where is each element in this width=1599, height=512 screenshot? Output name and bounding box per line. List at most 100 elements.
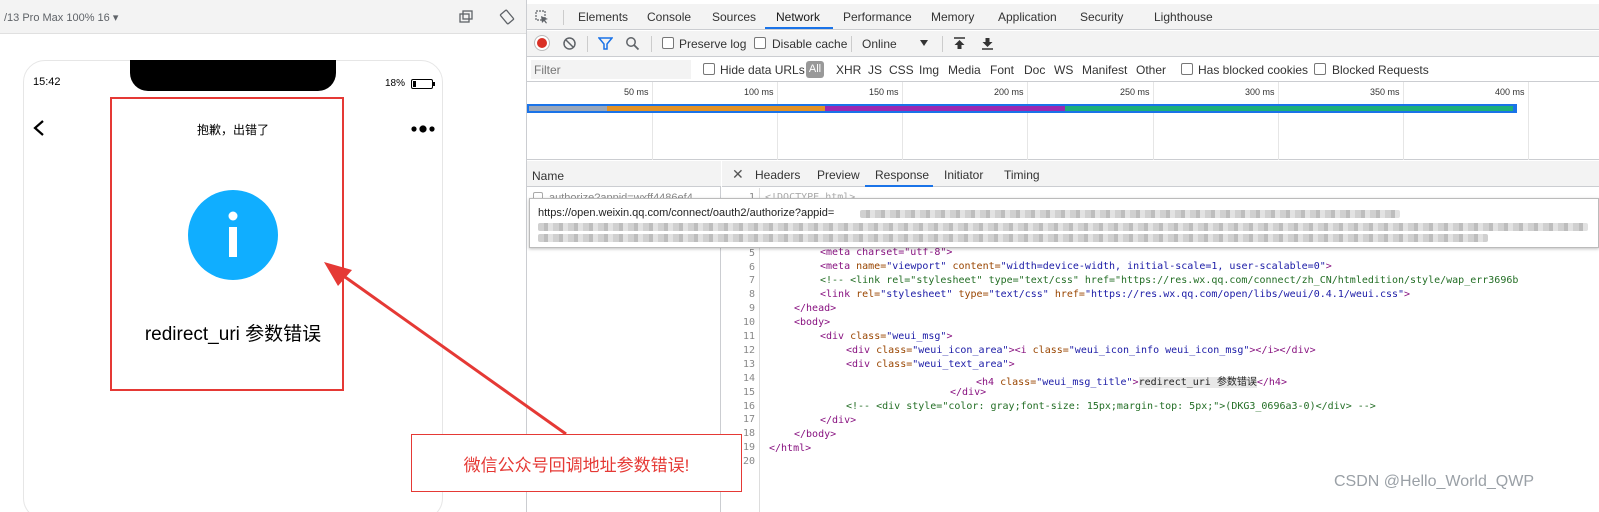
detail-tab-timing[interactable]: Timing bbox=[1004, 168, 1040, 182]
filter-font[interactable]: Font bbox=[990, 63, 1014, 77]
code-token: "weui_msg_title" bbox=[1036, 377, 1133, 388]
preserve-log-checkbox[interactable] bbox=[662, 37, 674, 49]
code-token: <link bbox=[820, 289, 857, 300]
line-number: 16 bbox=[742, 400, 755, 412]
code-token: class= bbox=[876, 345, 913, 356]
timeline-gridline bbox=[1528, 82, 1529, 160]
detail-tab-initiator[interactable]: Initiator bbox=[944, 168, 983, 182]
has-blocked-cookies-checkbox[interactable] bbox=[1181, 63, 1193, 75]
detail-tab-response[interactable]: Response bbox=[875, 168, 929, 182]
code-token: rel= bbox=[856, 289, 881, 300]
name-column-header[interactable]: Name bbox=[527, 161, 721, 187]
more-options-icon[interactable] bbox=[410, 125, 436, 133]
code-line-15: </div> bbox=[950, 387, 987, 398]
code-token: class= bbox=[876, 359, 913, 370]
tab-network[interactable]: Network bbox=[776, 10, 820, 24]
network-timeline-overview[interactable]: 50 ms 100 ms 150 ms 200 ms 250 ms 300 ms… bbox=[527, 82, 1599, 160]
line-number: 10 bbox=[742, 317, 755, 329]
detail-tab-preview[interactable]: Preview bbox=[817, 168, 860, 182]
detail-tab-bar: ✕ Headers Preview Response Initiator Tim… bbox=[722, 161, 1599, 187]
devtools-tab-bar: Elements Console Sources Network Perform… bbox=[527, 4, 1599, 30]
record-button[interactable] bbox=[534, 35, 550, 51]
rotate-icon[interactable] bbox=[499, 9, 515, 25]
code-line-8: <link rel="stylesheet" type="text/css" h… bbox=[820, 289, 1410, 300]
active-tab-indicator bbox=[765, 27, 833, 29]
timeline-tick-label: 100 ms bbox=[744, 87, 774, 97]
redacted-text bbox=[538, 223, 1588, 231]
import-har-icon[interactable] bbox=[952, 36, 967, 51]
close-detail-icon[interactable]: ✕ bbox=[732, 166, 744, 183]
timeline-gridline bbox=[652, 82, 653, 160]
capture-screenshot-icon[interactable] bbox=[458, 9, 474, 25]
code-token: </h4> bbox=[1256, 377, 1287, 388]
tab-separator bbox=[563, 10, 564, 25]
timeline-bar-queueing bbox=[529, 106, 607, 111]
filter-ws[interactable]: WS bbox=[1054, 63, 1073, 77]
code-token: > bbox=[1325, 261, 1332, 272]
tab-security[interactable]: Security bbox=[1080, 10, 1123, 24]
code-token: class= bbox=[1000, 377, 1037, 388]
inspect-element-icon[interactable] bbox=[535, 10, 549, 24]
screenshot-root: /13 Pro Max 100% 16 ▾ 15:42 18% 抱歉，出错了 r… bbox=[0, 0, 1599, 512]
filter-doc[interactable]: Doc bbox=[1024, 63, 1045, 77]
code-token: <meta bbox=[820, 261, 857, 272]
code-token: "weui_icon_info weui_icon_msg" bbox=[1068, 345, 1250, 356]
annotation-note-text: 微信公众号回调地址参数错误! bbox=[463, 455, 690, 475]
code-line-7: <!-- <link rel="stylesheet" type="text/c… bbox=[820, 275, 1519, 286]
throttling-select[interactable]: Online bbox=[862, 37, 897, 51]
code-token: ><i bbox=[1008, 345, 1033, 356]
line-number: 9 bbox=[748, 303, 755, 315]
filter-icon[interactable] bbox=[598, 36, 613, 51]
tab-performance[interactable]: Performance bbox=[843, 10, 912, 24]
filter-js[interactable]: JS bbox=[868, 63, 882, 77]
annotation-note: 微信公众号回调地址参数错误! bbox=[411, 434, 742, 492]
url-tooltip: https://open.weixin.qq.com/connect/oauth… bbox=[529, 198, 1599, 248]
hide-data-urls-checkbox[interactable] bbox=[703, 63, 715, 75]
code-line-6: <meta name="viewport" content="width=dev… bbox=[820, 261, 1332, 272]
filter-bar: Hide data URLs All XHR JS CSS Img Media … bbox=[527, 57, 1599, 82]
filter-img[interactable]: Img bbox=[919, 63, 939, 77]
redacted-text bbox=[538, 234, 1488, 242]
tab-elements[interactable]: Elements bbox=[578, 10, 628, 24]
timeline-tick-label: 400 ms bbox=[1495, 87, 1525, 97]
filter-input[interactable] bbox=[531, 60, 691, 79]
filter-xhr[interactable]: XHR bbox=[836, 63, 861, 77]
blocked-requests-label: Blocked Requests bbox=[1332, 63, 1429, 77]
filter-manifest[interactable]: Manifest bbox=[1082, 63, 1127, 77]
clear-icon[interactable] bbox=[562, 36, 577, 51]
timeline-bar-scripting bbox=[825, 106, 1065, 111]
preserve-log-label: Preserve log bbox=[679, 37, 747, 51]
timeline-bar-download bbox=[1065, 106, 1513, 111]
filter-all-button[interactable]: All bbox=[806, 61, 824, 78]
code-token: "weui_msg" bbox=[886, 331, 947, 342]
detail-tab-headers[interactable]: Headers bbox=[755, 168, 800, 182]
tab-lighthouse[interactable]: Lighthouse bbox=[1154, 10, 1213, 24]
code-token: "stylesheet" bbox=[880, 289, 959, 300]
blocked-requests-checkbox[interactable] bbox=[1314, 63, 1326, 75]
code-line-14: <h4 class="weui_msg_title">redirect_uri … bbox=[976, 373, 1287, 388]
filter-media[interactable]: Media bbox=[948, 63, 981, 77]
timeline-tick-label: 150 ms bbox=[869, 87, 899, 97]
toolbar-separator bbox=[942, 36, 943, 52]
filter-other[interactable]: Other bbox=[1136, 63, 1166, 77]
code-token: type= bbox=[958, 289, 989, 300]
tab-sources[interactable]: Sources bbox=[712, 10, 756, 24]
disable-cache-checkbox[interactable] bbox=[754, 37, 766, 49]
tab-memory[interactable]: Memory bbox=[931, 10, 974, 24]
throttle-dropdown-icon[interactable] bbox=[919, 39, 929, 47]
code-token: ></i></div> bbox=[1249, 345, 1316, 356]
tab-console[interactable]: Console bbox=[647, 10, 691, 24]
code-token: "weui_icon_area" bbox=[912, 345, 1009, 356]
export-har-icon[interactable] bbox=[980, 36, 995, 51]
code-line-11: <div class="weui_msg"> bbox=[820, 331, 952, 342]
code-token: <div bbox=[820, 331, 851, 342]
tab-application[interactable]: Application bbox=[998, 10, 1057, 24]
code-line-9: </head> bbox=[794, 303, 837, 314]
device-selector[interactable]: /13 Pro Max 100% 16 ▾ bbox=[4, 11, 118, 24]
hide-data-urls-label: Hide data URLs bbox=[720, 63, 805, 77]
timeline-gridline bbox=[1027, 82, 1028, 160]
phone-notch bbox=[130, 60, 336, 91]
search-icon[interactable] bbox=[625, 36, 640, 51]
filter-css[interactable]: CSS bbox=[889, 63, 914, 77]
has-blocked-cookies-label: Has blocked cookies bbox=[1198, 63, 1309, 77]
